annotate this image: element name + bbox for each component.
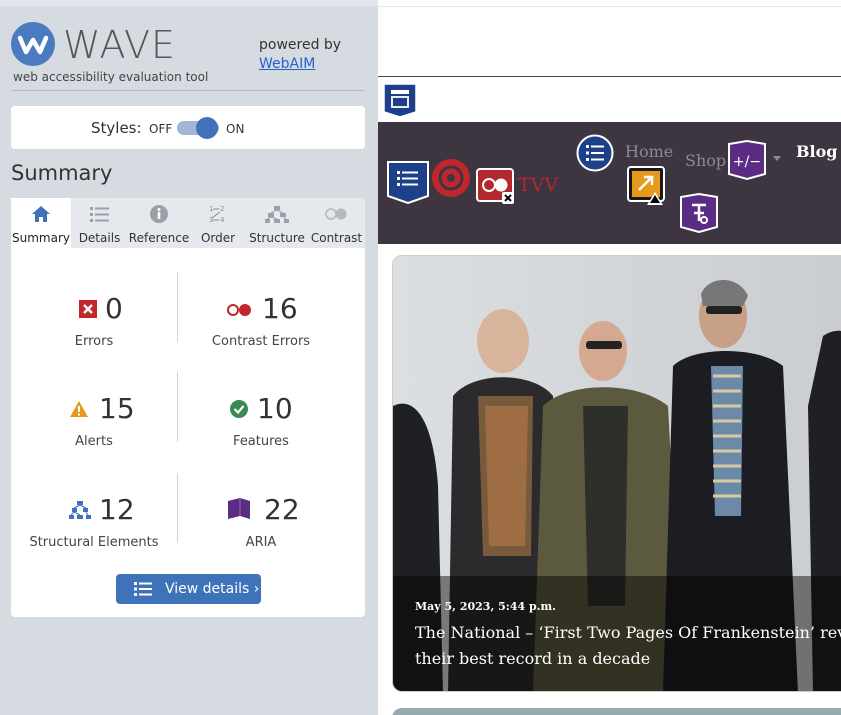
summary-panel: Summary Details Reference 1234 Order Str… [11,198,365,617]
structural-label: Structural Elements [29,535,159,550]
contrast-error-icon [226,302,252,321]
aria-count: 22 [264,493,300,526]
aria-label: ARIA [245,535,277,550]
info-icon [128,204,190,224]
tab-contrast[interactable]: Contrast [308,198,365,248]
home-icon [11,204,71,224]
tab-reference[interactable]: Reference [128,198,190,248]
tab-summary[interactable]: Summary [11,198,71,248]
tab-label: Structure [249,231,305,245]
article-date: May 5, 2023, 5:44 p.m. [415,600,556,613]
article-card[interactable]: May 5, 2023, 5:44 p.m. The National – ‘F… [392,255,841,692]
wave-logo-icon [11,22,55,66]
view-details-button[interactable]: View details › [116,574,261,604]
wave-brand: WAVE [63,23,177,67]
svg-text:+/−: +/− [733,154,761,170]
errors-label: Errors [74,334,114,349]
nav-shop-link[interactable]: Shop [685,151,726,170]
wave-list-icon[interactable] [576,134,614,176]
order-icon: 1234 [190,204,246,224]
structure-icon [69,501,91,523]
webaim-link[interactable]: WebAIM [259,56,315,72]
tab-label: Details [78,231,121,245]
site-nav: TVV Home Shop +/− Blog [378,122,841,244]
errors-count: 0 [105,292,123,325]
alerts-count: 15 [99,392,135,425]
list-icon [71,204,128,224]
divider [11,90,365,91]
tab-label: Order [200,231,236,245]
styles-toggle-box: Styles: OFF ON [11,106,365,149]
site-logo-icon[interactable] [431,158,471,202]
wave-list-structure-icon[interactable] [386,160,430,208]
article-headline[interactable]: The National – ‘First Two Pages Of Frank… [415,620,841,672]
tab-order[interactable]: 1234 Order [190,198,246,248]
styles-off-label: OFF [149,122,173,136]
structural-count: 12 [99,493,135,526]
contrast-icon [308,204,365,224]
headline-line-2: their best record in a decade [415,649,651,668]
features-count: 10 [257,392,293,425]
error-icon [79,300,97,322]
preview-divider [378,76,841,77]
tab-structure[interactable]: Structure [246,198,308,248]
wave-alert-link-icon[interactable] [627,166,669,210]
svg-text:1: 1 [209,205,213,213]
styles-on-label: ON [226,122,245,136]
features-label: Features [233,434,289,449]
feature-icon [230,400,248,422]
wave-sidebar: WAVE web accessibility evaluation tool p… [0,0,378,715]
styles-toggle-knob[interactable] [196,117,218,139]
wave-contrast-error-icon[interactable] [476,168,518,208]
site-brand-text[interactable]: TVV [518,174,558,196]
wave-structure-icon[interactable] [382,82,418,122]
tab-label: Contrast [310,231,363,245]
contrast-errors-count: 16 [262,292,298,325]
svg-text:4: 4 [220,216,225,224]
headline-line-1: The National – ‘First Two Pages Of Frank… [415,623,841,642]
tab-label: Summary [12,231,70,245]
wave-aria-tabindex-icon[interactable] [679,192,719,237]
nav-blog-link[interactable]: Blog [796,142,837,161]
wave-aria-expanded-icon[interactable]: +/− [727,139,767,184]
tab-details[interactable]: Details [71,198,128,248]
wave-tagline: web accessibility evaluation tool [13,70,209,84]
contrast-errors-label: Contrast Errors [211,334,311,349]
powered-by-text: powered by [259,37,342,53]
list-icon [134,582,152,596]
sidebar-top-bar [0,0,378,6]
page-preview: TVV Home Shop +/− Blog May 5, 2023, 5:44… [378,0,841,715]
tab-label: Reference [128,231,190,245]
styles-label: Styles: [91,119,142,137]
svg-text:2: 2 [220,205,224,213]
alert-icon [69,400,89,422]
next-article-card[interactable] [392,708,841,715]
chevron-down-icon[interactable] [773,156,781,161]
aria-icon [226,497,252,525]
structure-icon [246,204,308,224]
nav-home-link[interactable]: Home [625,142,673,161]
summary-heading: Summary [11,161,113,185]
tab-bar: Summary Details Reference 1234 Order Str… [11,198,365,248]
view-details-label: View details › [165,581,260,597]
preview-top-line [378,6,841,7]
alerts-label: Alerts [75,434,113,449]
